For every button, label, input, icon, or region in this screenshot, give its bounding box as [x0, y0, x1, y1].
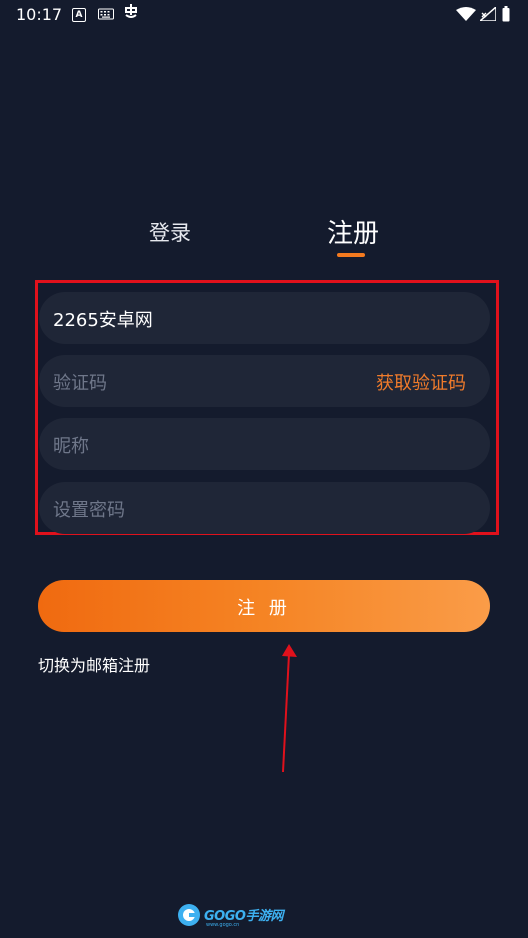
wifi-icon: [456, 7, 476, 21]
annotation-arrow: [282, 644, 297, 773]
get-code-button[interactable]: 获取验证码: [376, 369, 466, 395]
status-bar: 10:17 A: [0, 0, 528, 30]
verification-code-field[interactable]: 验证码 获取验证码: [39, 355, 490, 407]
register-button[interactable]: 注 册: [38, 580, 490, 632]
a-app-icon: A: [72, 8, 86, 22]
password-placeholder: 设置密码: [53, 500, 125, 521]
nickname-field[interactable]: 昵称: [39, 418, 490, 470]
status-time: 10:17: [16, 5, 63, 24]
tab-login[interactable]: 登录: [149, 217, 191, 247]
gogo-logo-icon: [178, 904, 200, 926]
register-button-label: 注 册: [237, 598, 291, 619]
active-tab-indicator: [337, 253, 365, 257]
switch-to-email-link[interactable]: 切换为邮箱注册: [38, 652, 150, 676]
keyboard-icon: [98, 7, 114, 21]
password-field[interactable]: 设置密码: [39, 482, 490, 534]
watermark-sub: www.gogo.cn: [206, 922, 240, 928]
gogo-watermark-logo: GOGO手游网 www.gogo.cn: [176, 902, 286, 932]
tab-register[interactable]: 注册: [327, 213, 379, 250]
username-field[interactable]: 2265安卓网: [39, 292, 490, 344]
verification-code-placeholder: 验证码: [53, 373, 107, 394]
nickname-placeholder: 昵称: [53, 436, 89, 457]
username-value: 2265安卓网: [53, 310, 153, 331]
auth-tabs: 登录 注册: [0, 205, 528, 265]
bug-icon: [122, 4, 140, 18]
signal-icon: [480, 7, 496, 21]
battery-icon: [502, 6, 510, 22]
